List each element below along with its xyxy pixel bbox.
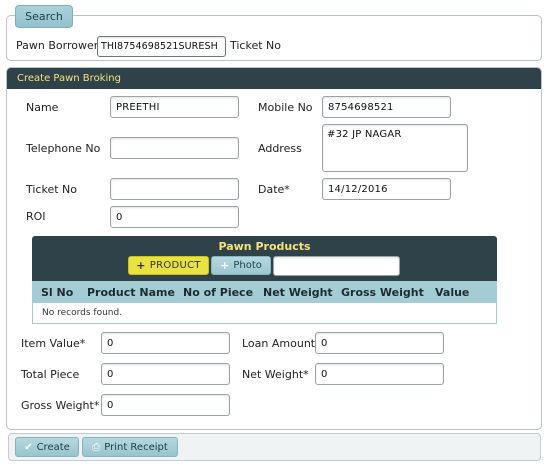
- create-button[interactable]: ✔ Create: [15, 437, 79, 457]
- plus-icon: +: [220, 259, 230, 272]
- roi-input[interactable]: [110, 206, 239, 228]
- ticket-no-search-label: Ticket No: [230, 39, 281, 52]
- telephone-no-input[interactable]: [110, 137, 239, 159]
- print-receipt-button[interactable]: ⎙ Print Receipt: [82, 437, 178, 457]
- loan-amount-label: Loan Amount: [242, 337, 316, 350]
- address-label: Address: [258, 142, 302, 155]
- telephone-no-label: Telephone No: [26, 142, 101, 155]
- products-column-headers: Sl No Product Name No of Piece Net Weigh…: [32, 281, 497, 303]
- roi-label: ROI: [26, 210, 46, 223]
- item-value-label: Item Value*: [21, 337, 86, 350]
- date-label: Date*: [258, 183, 290, 196]
- col-sl-no: Sl No: [41, 286, 74, 299]
- mobile-no-label: Mobile No: [258, 101, 313, 114]
- net-weight-input[interactable]: [315, 363, 444, 385]
- mobile-no-input[interactable]: [322, 96, 451, 118]
- pawn-borrower-label: Pawn Borrower: [16, 39, 99, 52]
- empty-message: No records found.: [42, 308, 123, 318]
- search-tab[interactable]: Search: [15, 5, 73, 28]
- name-input[interactable]: [110, 96, 239, 118]
- photo-input[interactable]: [273, 256, 400, 276]
- total-piece-label: Total Piece: [21, 368, 80, 381]
- photo-button-label: Photo: [233, 260, 262, 271]
- pawn-borrower-input[interactable]: [97, 36, 226, 57]
- total-piece-input[interactable]: [101, 363, 230, 385]
- printer-icon: ⎙: [92, 441, 101, 453]
- create-pawn-header: Create Pawn Broking: [7, 68, 541, 89]
- product-button-label: PRODUCT: [149, 260, 201, 271]
- col-gross-weight: Gross Weight: [341, 286, 424, 299]
- pawn-products-title: Pawn Products: [218, 240, 311, 253]
- add-product-button[interactable]: + PRODUCT: [128, 256, 209, 275]
- col-no-of-piece: No of Piece: [183, 286, 254, 299]
- check-icon: ✔: [24, 441, 33, 453]
- col-product-name: Product Name: [87, 286, 175, 299]
- name-label: Name: [26, 101, 59, 114]
- plus-icon: +: [136, 259, 146, 272]
- loan-amount-input[interactable]: [315, 332, 444, 354]
- col-value: Value: [435, 286, 470, 299]
- col-net-weight: Net Weight: [263, 286, 333, 299]
- ticket-no-input[interactable]: [110, 178, 239, 200]
- create-button-label: Create: [36, 441, 70, 453]
- item-value-input[interactable]: [101, 332, 230, 354]
- gross-weight-input[interactable]: [101, 394, 230, 416]
- search-panel: [6, 15, 542, 61]
- print-receipt-button-label: Print Receipt: [104, 441, 168, 453]
- gross-weight-label: Gross Weight*: [21, 399, 100, 412]
- ticket-no-label: Ticket No: [26, 183, 77, 196]
- photo-button[interactable]: + Photo: [211, 256, 271, 275]
- net-weight-label: Net Weight*: [242, 368, 309, 381]
- date-input[interactable]: [322, 178, 451, 200]
- address-textarea[interactable]: #32 JP NAGAR: [322, 124, 468, 172]
